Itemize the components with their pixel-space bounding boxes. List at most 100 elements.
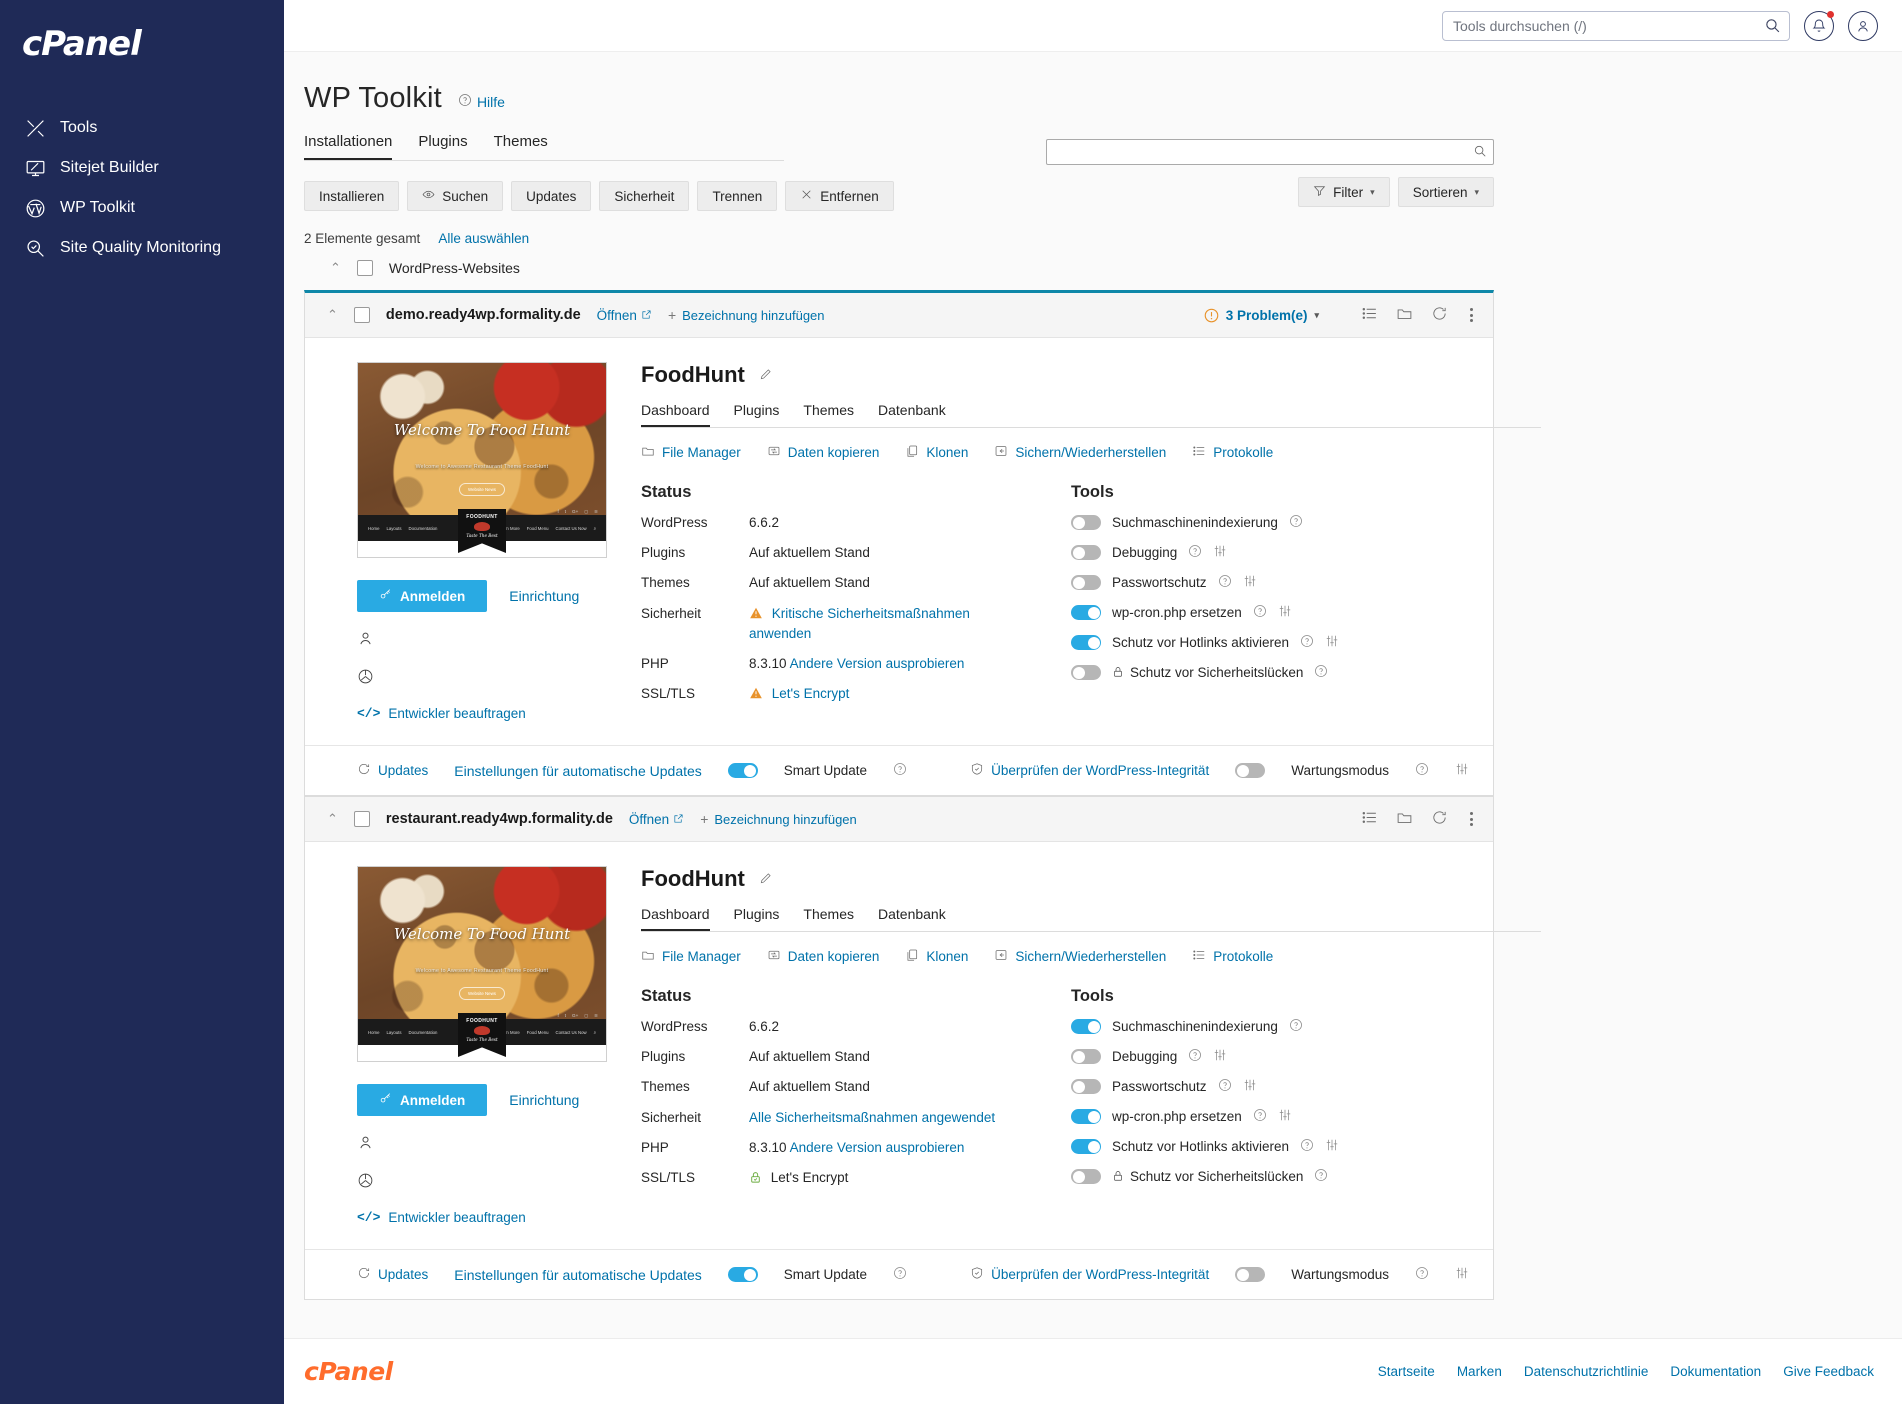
- settings-sliders-icon[interactable]: [1243, 1078, 1257, 1095]
- collapse-group-icon[interactable]: ⌃: [330, 260, 341, 276]
- account-button[interactable]: [1848, 10, 1878, 41]
- tab-themes[interactable]: Themes: [494, 133, 548, 160]
- filter-button[interactable]: Filter ▾: [1298, 177, 1390, 207]
- search-icon[interactable]: [1473, 144, 1487, 161]
- help-icon[interactable]: [1253, 1108, 1267, 1125]
- copy-data-link[interactable]: Daten kopieren: [767, 444, 879, 461]
- help-icon[interactable]: [1218, 574, 1232, 591]
- tab-plugins[interactable]: Plugins: [734, 402, 780, 427]
- updates-link[interactable]: Updates: [357, 762, 428, 779]
- logs-link[interactable]: Protokolle: [1192, 948, 1273, 965]
- refresh-icon[interactable]: [1431, 305, 1448, 325]
- help-icon[interactable]: [1300, 1138, 1314, 1155]
- sidebar-item-site-quality-monitoring[interactable]: Site Quality Monitoring: [0, 228, 284, 268]
- file-manager-link[interactable]: File Manager: [641, 948, 741, 965]
- sidebar-item-wp-toolkit[interactable]: WP Toolkit: [0, 188, 284, 228]
- settings-sliders-icon[interactable]: [1455, 1266, 1469, 1283]
- backup-restore-link[interactable]: Sichern/Wiederherstellen: [994, 948, 1166, 965]
- login-button[interactable]: Anmelden: [357, 580, 488, 612]
- clone-link[interactable]: Klonen: [905, 948, 968, 965]
- toggle-password-protection[interactable]: [1071, 1079, 1101, 1094]
- help-icon[interactable]: [1415, 762, 1429, 779]
- status-link[interactable]: Alle Sicherheitsmaßnahmen angewendet: [749, 1110, 995, 1125]
- install-button[interactable]: Installieren: [304, 181, 400, 211]
- settings-sliders-icon[interactable]: [1213, 1048, 1227, 1065]
- toggle-replace-wp-cron[interactable]: [1071, 1109, 1101, 1124]
- toggle-search-engine-indexing[interactable]: [1071, 1019, 1101, 1034]
- footer-link-give-feedback[interactable]: Give Feedback: [1783, 1364, 1874, 1379]
- help-icon[interactable]: [893, 1266, 907, 1283]
- status-link[interactable]: Andere Version ausprobieren: [790, 1140, 965, 1155]
- add-label-link[interactable]: + Bezeichnung hinzufügen: [700, 811, 857, 827]
- toggle-debugging[interactable]: [1071, 545, 1101, 560]
- login-button[interactable]: Anmelden: [357, 1084, 488, 1116]
- content-scroll[interactable]: WP Toolkit Hilfe Installationen Plugins …: [284, 52, 1902, 1404]
- footer-link-startseite[interactable]: Startseite: [1378, 1364, 1435, 1379]
- help-icon[interactable]: [1253, 604, 1267, 621]
- file-manager-link[interactable]: File Manager: [641, 444, 741, 461]
- security-button[interactable]: Sicherheit: [599, 181, 690, 211]
- toggle-hotlink-protection[interactable]: [1071, 635, 1101, 650]
- toggle-replace-wp-cron[interactable]: [1071, 605, 1101, 620]
- folder-icon[interactable]: [1396, 809, 1413, 829]
- settings-sliders-icon[interactable]: [1213, 544, 1227, 561]
- remove-button[interactable]: Entfernen: [785, 181, 894, 211]
- toggle-search-engine-indexing[interactable]: [1071, 515, 1101, 530]
- help-icon[interactable]: [1289, 1018, 1303, 1035]
- sidebar-item-tools[interactable]: Tools: [0, 108, 284, 148]
- setup-link[interactable]: Einrichtung: [509, 588, 579, 604]
- check-integrity-link[interactable]: Überprüfen der WordPress-Integrität: [970, 762, 1209, 779]
- open-site-link[interactable]: Öffnen: [629, 812, 684, 827]
- auto-updates-settings-link[interactable]: Einstellungen für automatische Updates: [454, 763, 701, 779]
- help-icon[interactable]: [1300, 634, 1314, 651]
- list-view-icon[interactable]: [1361, 305, 1378, 325]
- hire-developer-link[interactable]: </> Entwickler beauftragen: [357, 706, 526, 721]
- backup-restore-link[interactable]: Sichern/Wiederherstellen: [994, 444, 1166, 461]
- help-icon[interactable]: [1314, 664, 1328, 681]
- scan-button[interactable]: Suchen: [407, 181, 504, 211]
- toggle-smart-update[interactable]: [727, 763, 758, 778]
- detach-button[interactable]: Trennen: [697, 181, 778, 211]
- site-thumbnail[interactable]: Welcome To Food Hunt Welcome to Awesome …: [357, 362, 607, 558]
- tab-datenbank[interactable]: Datenbank: [878, 402, 946, 427]
- tab-dashboard[interactable]: Dashboard: [641, 402, 710, 427]
- notifications-button[interactable]: [1804, 10, 1834, 41]
- problems-link[interactable]: 3 Problem(e) ▾: [1204, 308, 1319, 323]
- edit-pencil-icon[interactable]: [759, 871, 773, 888]
- tab-plugins[interactable]: Plugins: [418, 133, 467, 160]
- settings-sliders-icon[interactable]: [1278, 604, 1292, 621]
- toggle-smart-update[interactable]: [727, 1267, 758, 1282]
- settings-sliders-icon[interactable]: [1455, 762, 1469, 779]
- installation-checkbox[interactable]: [353, 811, 370, 827]
- status-link[interactable]: Andere Version ausprobieren: [790, 656, 965, 671]
- footer-link-datenschutzrichtlinie[interactable]: Datenschutzrichtlinie: [1524, 1364, 1649, 1379]
- more-options-icon[interactable]: [1466, 308, 1477, 322]
- select-all-link[interactable]: Alle auswählen: [438, 231, 529, 246]
- settings-sliders-icon[interactable]: [1325, 1138, 1339, 1155]
- folder-icon[interactable]: [1396, 305, 1413, 325]
- hire-developer-link[interactable]: </> Entwickler beauftragen: [357, 1210, 526, 1225]
- toggle-debugging[interactable]: [1071, 1049, 1101, 1064]
- toggle-hotlink-protection[interactable]: [1071, 1139, 1101, 1154]
- toggle-vulnerability-protection[interactable]: [1071, 665, 1101, 680]
- user-icon[interactable]: [357, 630, 607, 650]
- sidebar-item-sitejet-builder[interactable]: Sitejet Builder: [0, 148, 284, 188]
- help-icon[interactable]: [1314, 1168, 1328, 1185]
- cpanel-footer-logo[interactable]: cPanel: [304, 1357, 393, 1386]
- clone-link[interactable]: Klonen: [905, 444, 968, 461]
- plugin-globe-icon[interactable]: [357, 1172, 607, 1192]
- tab-datenbank[interactable]: Datenbank: [878, 906, 946, 931]
- site-thumbnail[interactable]: Welcome To Food Hunt Welcome to Awesome …: [357, 866, 607, 1062]
- search-input[interactable]: [1442, 10, 1790, 41]
- tab-installationen[interactable]: Installationen: [304, 133, 393, 160]
- list-search-input[interactable]: [1046, 139, 1494, 165]
- search-icon[interactable]: [1764, 17, 1781, 37]
- toggle-maintenance-mode[interactable]: [1235, 763, 1266, 778]
- tab-plugins[interactable]: Plugins: [734, 906, 780, 931]
- help-icon[interactable]: [893, 762, 907, 779]
- help-link[interactable]: Hilfe: [458, 93, 505, 110]
- collapse-card-icon[interactable]: ⌃: [327, 811, 338, 827]
- more-options-icon[interactable]: [1466, 812, 1477, 826]
- open-site-link[interactable]: Öffnen: [597, 308, 652, 323]
- toggle-maintenance-mode[interactable]: [1235, 1267, 1266, 1282]
